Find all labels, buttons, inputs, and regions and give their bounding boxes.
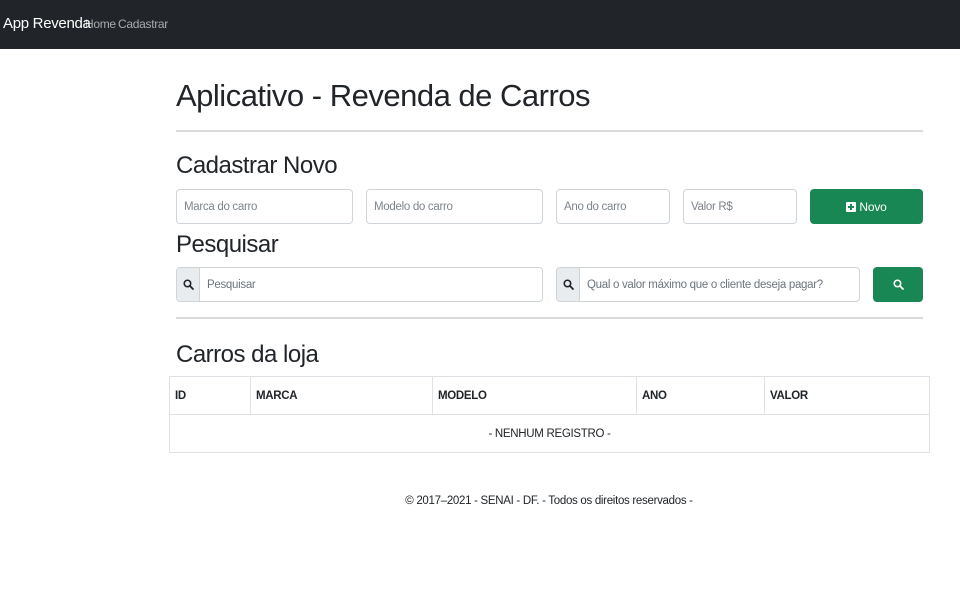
column-header-ano: ANO (642, 390, 667, 402)
nav-link-home[interactable]: Home (85, 17, 116, 31)
navbar-brand[interactable]: App Revenda (3, 15, 91, 32)
column-divider (432, 377, 433, 415)
page-title: Aplicativo - Revenda de Carros (176, 78, 591, 113)
carros-heading: Carros da loja (176, 341, 319, 368)
search-icon (562, 279, 574, 290)
novo-button[interactable]: Novo (810, 189, 923, 224)
divider (176, 317, 923, 319)
max-value-addon (557, 268, 580, 301)
divider (176, 130, 923, 132)
search-input[interactable] (200, 268, 542, 301)
navbar: App Revenda Home Cadastrar (0, 0, 960, 49)
column-header-modelo: MODELO (438, 390, 487, 402)
search-group (176, 267, 543, 302)
modelo-field[interactable] (367, 190, 542, 223)
max-value-input[interactable] (580, 268, 859, 301)
search-addon (177, 268, 200, 301)
plus-square-icon (846, 201, 857, 212)
column-header-valor: VALOR (770, 390, 808, 402)
column-header-marca: MARCA (256, 390, 298, 402)
carros-table: ID MARCA MODELO ANO VALOR - NENHUM REGIS… (169, 376, 930, 453)
column-divider (764, 377, 765, 415)
valor-field-wrapper (683, 189, 797, 224)
column-divider (636, 377, 637, 415)
marca-field[interactable] (177, 190, 352, 223)
nav-link-cadastrar[interactable]: Cadastrar (118, 17, 168, 31)
search-button[interactable] (873, 267, 923, 302)
column-divider (250, 377, 251, 415)
novo-button-label: Novo (859, 199, 887, 214)
valor-field[interactable] (684, 190, 796, 223)
search-icon (182, 279, 194, 290)
max-value-group (556, 267, 860, 302)
cadastrar-heading: Cadastrar Novo (176, 152, 338, 179)
pesquisar-heading: Pesquisar (176, 231, 279, 258)
search-icon (892, 279, 904, 290)
ano-field-wrapper (556, 189, 670, 224)
ano-field[interactable] (557, 190, 669, 223)
empty-message: - NENHUM REGISTRO - (488, 428, 611, 440)
footer-text: © 2017–2021 - SENAI - DF. - Todos os dir… (405, 495, 693, 507)
column-header-id: ID (175, 390, 186, 402)
modelo-field-wrapper (366, 189, 543, 224)
table-header: ID MARCA MODELO ANO VALOR (170, 377, 929, 415)
marca-field-wrapper (176, 189, 353, 224)
